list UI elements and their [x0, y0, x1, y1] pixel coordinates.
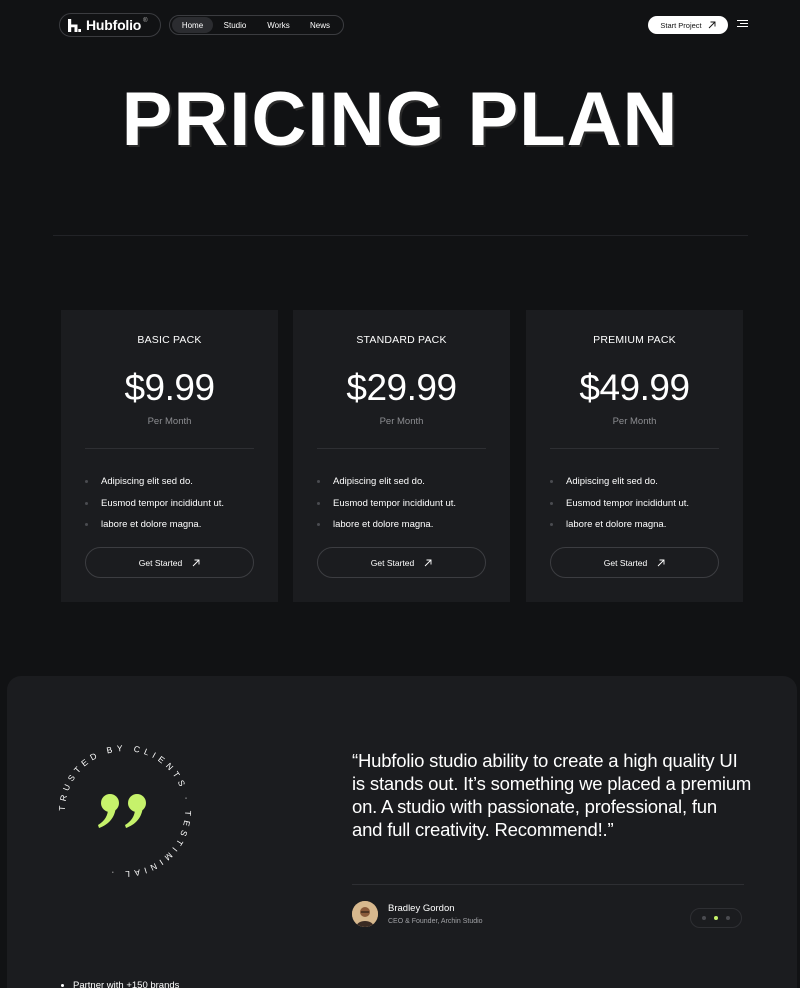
logo-registered-mark: ® [143, 18, 148, 24]
nav-item-studio[interactable]: Studio [213, 17, 257, 33]
feature-item: Eusmod tempor incididunt ut. [317, 493, 456, 515]
bullet-icon [85, 480, 88, 484]
testimonial-divider [352, 884, 744, 885]
get-started-label: Get Started [603, 557, 648, 568]
logo-mark-icon [68, 18, 81, 32]
slider-dot[interactable] [702, 916, 706, 920]
get-started-button[interactable]: Get Started [85, 547, 254, 578]
pricing-card-standard: STANDARD PACK $29.99 Per Month Adipiscin… [293, 310, 510, 602]
bullet-icon [317, 501, 320, 505]
quote-mark-icon [98, 794, 146, 828]
plan-price: $9.99 [124, 367, 215, 408]
plan-name: PREMIUM PACK [593, 334, 676, 346]
slider-dot-active[interactable] [714, 916, 718, 920]
feature-item: labore et dolore magna. [317, 514, 456, 536]
bullet-icon [85, 501, 88, 505]
slider-pagination [690, 908, 742, 928]
plan-period: Per Month [379, 416, 424, 427]
bullet-icon [550, 501, 553, 505]
logo-text: Hubfolio [86, 17, 142, 33]
feature-item: Adipiscing elit sed do. [317, 471, 456, 493]
feature-item: labore et dolore magna. [550, 514, 689, 536]
plan-name: STANDARD PACK [356, 334, 447, 346]
feature-list: Adipiscing elit sed do. Eusmod tempor in… [85, 471, 224, 536]
partner-text: Partner with +150 brands [73, 980, 180, 988]
hero-divider [53, 235, 748, 236]
feature-item: Adipiscing elit sed do. [85, 471, 224, 493]
card-divider [85, 448, 254, 449]
arrow-up-right-icon [708, 21, 716, 29]
logo[interactable]: Hubfolio ® [59, 13, 161, 37]
bullet-icon [550, 480, 553, 484]
nav-item-home[interactable]: Home [172, 17, 213, 33]
card-divider [550, 448, 719, 449]
badge-circular-text: TRUSTED BY CLIENTS · TESTIMINIAL · [57, 743, 193, 879]
partner-teaser: Partner with +150 brands [61, 980, 179, 988]
pricing-card-basic: BASIC PACK $9.99 Per Month Adipiscing el… [61, 310, 278, 602]
feature-item: Eusmod tempor incididunt ut. [550, 493, 689, 515]
plan-price: $49.99 [579, 367, 690, 408]
start-project-label: Start Project [660, 20, 702, 30]
plan-name: BASIC PACK [137, 334, 202, 346]
page-title: PRICING PLAN [121, 77, 679, 162]
nav-item-news[interactable]: News [300, 17, 340, 33]
arrow-up-right-icon [192, 559, 200, 566]
slider-dot[interactable] [726, 916, 730, 920]
testimonial-quote: “Hubfolio studio ability to create a hig… [352, 750, 752, 840]
feature-item: labore et dolore magna. [85, 514, 224, 536]
plan-price: $29.99 [346, 367, 457, 408]
arrow-up-right-icon [657, 559, 665, 566]
bullet-icon [61, 984, 64, 987]
site-header: Hubfolio ® Home Studio Works News Start … [59, 13, 748, 37]
nav-item-works[interactable]: Works [257, 17, 300, 33]
get-started-label: Get Started [370, 557, 415, 568]
feature-item: Adipiscing elit sed do. [550, 471, 689, 493]
testimonial-section: TRUSTED BY CLIENTS · TESTIMINIAL · “Hubf… [7, 676, 797, 988]
plan-period: Per Month [147, 416, 192, 427]
main-nav: Home Studio Works News [169, 15, 344, 35]
bullet-icon [550, 523, 553, 527]
feature-list: Adipiscing elit sed do. Eusmod tempor in… [550, 471, 689, 536]
get-started-label: Get Started [138, 557, 183, 568]
feature-list: Adipiscing elit sed do. Eusmod tempor in… [317, 471, 456, 536]
trusted-by-clients-badge: TRUSTED BY CLIENTS · TESTIMINIAL · [50, 736, 200, 886]
arrow-up-right-icon [424, 559, 432, 566]
get-started-button[interactable]: Get Started [317, 547, 486, 578]
bullet-icon [317, 523, 320, 527]
feature-item: Eusmod tempor incididunt ut. [85, 493, 224, 515]
avatar [352, 901, 378, 927]
plan-period: Per Month [612, 416, 657, 427]
author-role: CEO & Founder, Archin Studio [388, 918, 483, 925]
author-name: Bradley Gordon [388, 903, 455, 914]
get-started-button[interactable]: Get Started [550, 547, 719, 578]
bullet-icon [317, 480, 320, 484]
hamburger-menu-icon[interactable] [737, 20, 748, 29]
bullet-icon [85, 523, 88, 527]
start-project-button[interactable]: Start Project [648, 16, 728, 34]
pricing-card-premium: PREMIUM PACK $49.99 Per Month Adipiscing… [526, 310, 743, 602]
card-divider [317, 448, 486, 449]
